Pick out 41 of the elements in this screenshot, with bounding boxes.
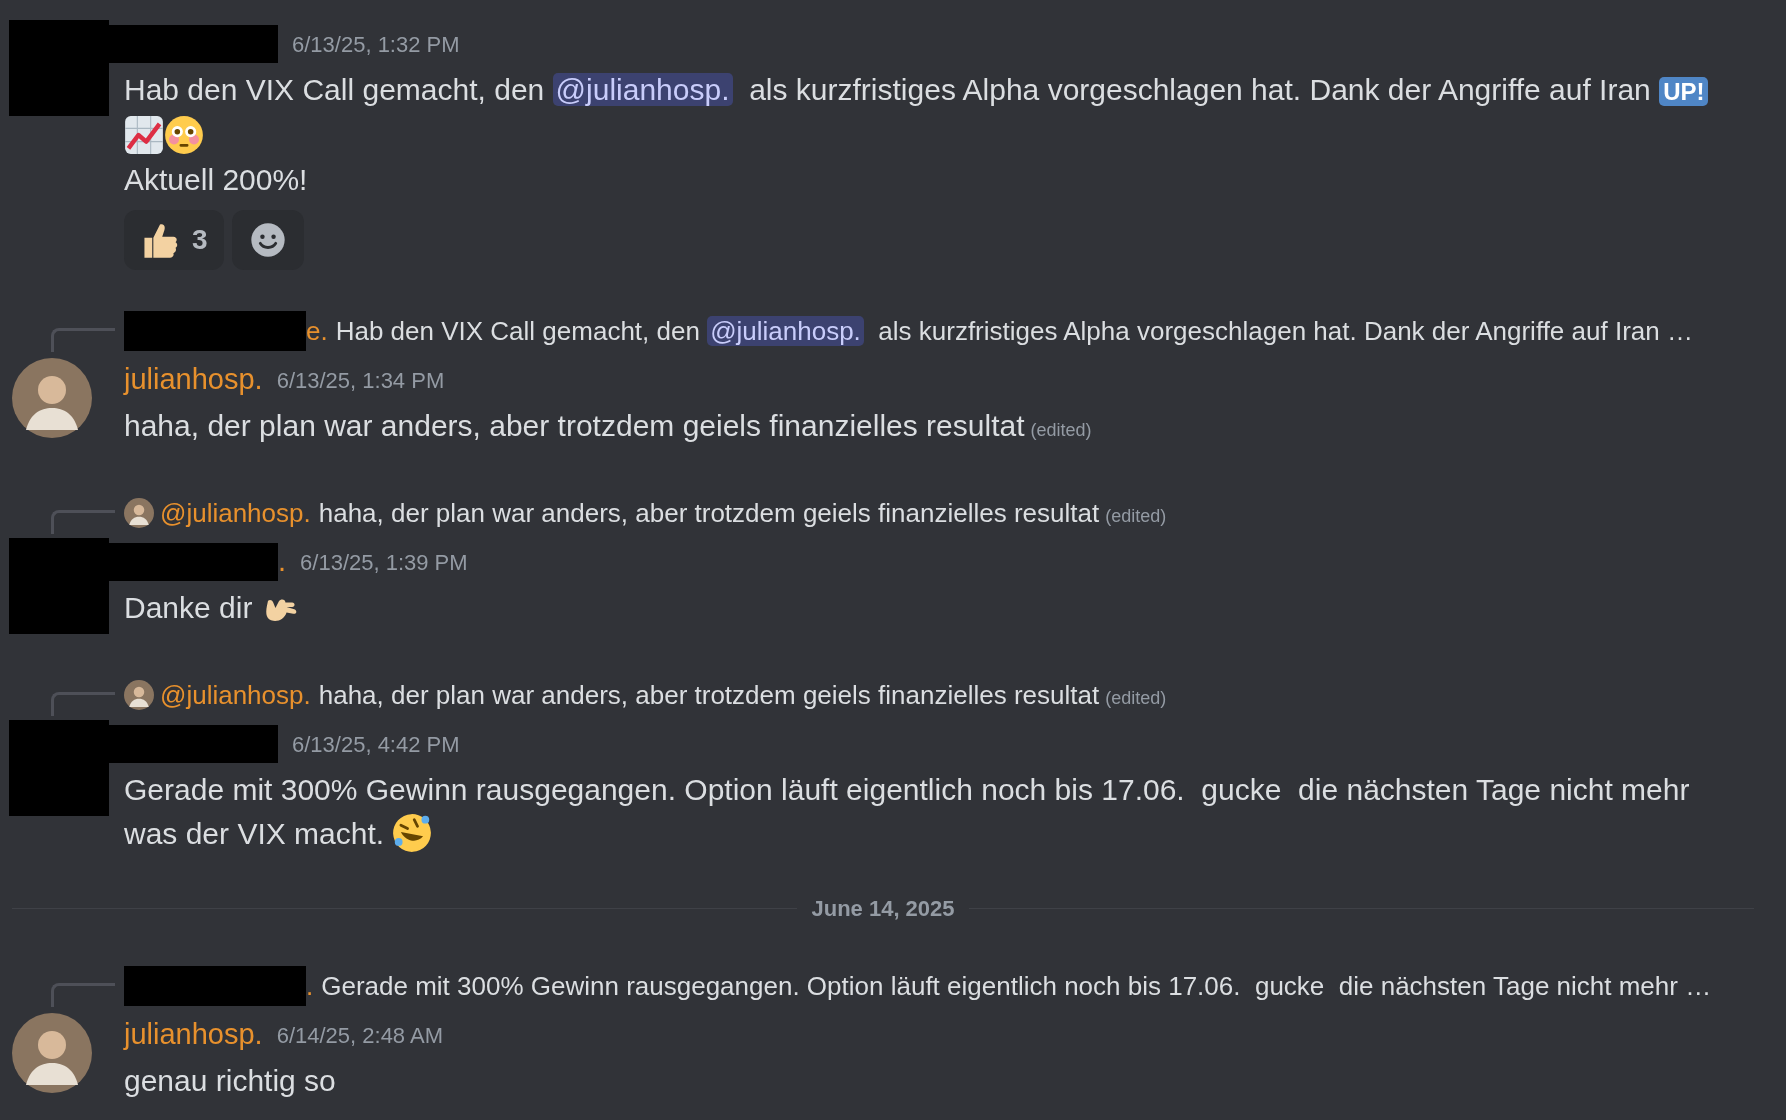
laughing-face-emoji <box>392 813 433 853</box>
date-divider-label: June 14, 2025 <box>811 895 955 923</box>
avatar-icon <box>124 680 154 710</box>
message-timestamp: 6/13/25, 4:42 PM <box>292 730 460 759</box>
author-name: . <box>278 544 287 580</box>
reply-connector <box>51 510 115 534</box>
message-text: Hab den VIX Call gemacht, den @julianhosp. als kurzfristiges Alpha vorgeschlagen hat. Dank der Angriffe auf Iran UP! <box>124 68 1786 114</box>
reply-author-name[interactable]: @julianhosp. <box>160 675 311 715</box>
message-timestamp: 6/14/25, 2:48 AM <box>276 1021 443 1050</box>
author-name[interactable]: julianhosp. <box>124 358 263 402</box>
edited-label: (edited) <box>1105 505 1167 526</box>
message-text: was der VIX macht. <box>124 812 1786 856</box>
reply-preview-text: Hab den VIX Call gemacht, den @julianhosp. als kurzfristiges Alpha vorgeschlagen hat. Dank der Angriffe auf Iran … <box>335 314 1693 348</box>
reply-author-name: . <box>306 969 314 1003</box>
mention-link[interactable]: @julianhosp. <box>552 73 733 106</box>
reply-preview-text: haha, der plan war anders, aber trotzdem geiels finanzielles resultat (edited) <box>318 678 1167 712</box>
message-text: Danke dir <box>124 586 1786 630</box>
add-reaction-button[interactable] <box>231 210 304 270</box>
reply-preview-text: Gerade mit 300% Gewinn rausgegangen. Option läuft eigentlich noch bis 17.06. gucke die nächsten Tage nicht mehr … <box>321 969 1712 1003</box>
edited-label: (edited) <box>1030 420 1092 440</box>
flushed-face-emoji <box>164 115 204 155</box>
reply-connector <box>51 983 115 1007</box>
reply-preview-text: haha, der plan war anders, aber trotzdem geiels finanzielles resultat (edited) <box>318 496 1167 530</box>
message-text: haha, der plan war anders, aber trotzdem geiels finanzielles resultat (edited) <box>124 408 1093 444</box>
author-name[interactable]: julianhosp. <box>124 1013 263 1057</box>
reply-author-name[interactable]: @julianhosp. <box>160 493 311 533</box>
message-text: Gerade mit 300% Gewinn rausgegangen. Option läuft eigentlich noch bis 17.06. gucke die nächsten Tage nicht mehr <box>124 772 1691 808</box>
message-text: Aktuell 200%! <box>124 162 309 198</box>
message-timestamp: 6/13/25, 1:32 PM <box>292 30 460 59</box>
message-timestamp: 6/13/25, 1:34 PM <box>276 366 445 395</box>
edited-label: (edited) <box>1105 687 1167 708</box>
mention-link[interactable]: @julianhosp. <box>707 315 864 346</box>
reaction-button[interactable]: 3 <box>124 210 224 270</box>
up-emoji: UP! <box>1659 77 1709 106</box>
reply-author-name: e. <box>306 314 328 348</box>
avatar-icon <box>124 498 154 528</box>
chart-emoji <box>124 115 164 155</box>
message-timestamp: 6/13/25, 1:39 PM <box>300 548 468 577</box>
message-text: genau richtig so <box>124 1063 337 1099</box>
reply-connector <box>51 692 115 716</box>
reply-connector <box>51 328 115 352</box>
